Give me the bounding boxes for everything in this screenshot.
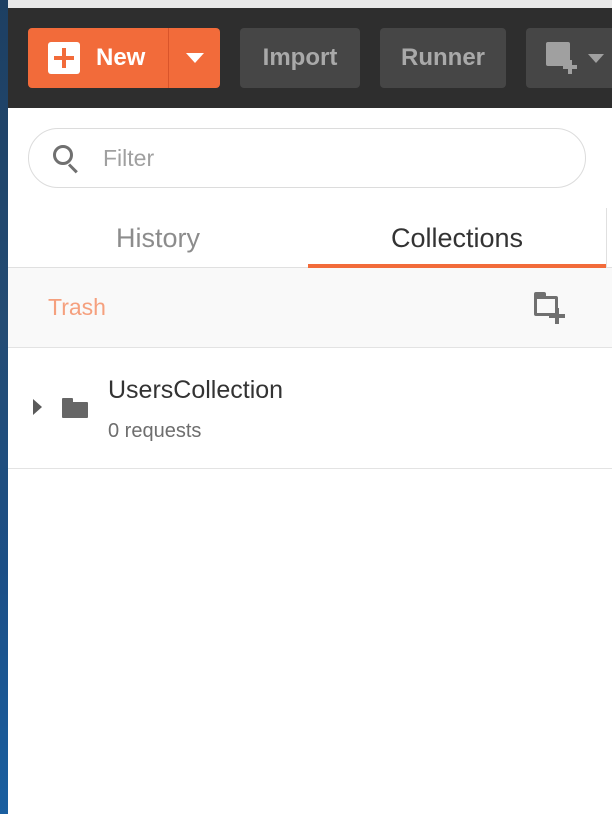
caret-down-icon [185,53,204,63]
new-window-button[interactable] [526,28,612,88]
search-icon [51,143,81,174]
plus-icon [48,42,80,74]
collection-item[interactable]: UsersCollection 0 requests [8,348,612,469]
tab-collections[interactable]: Collections [308,208,606,269]
app-toolbar: New Import Runner [8,8,612,108]
new-button-group: New [28,28,220,88]
folder-icon [62,398,88,418]
collection-request-count: 0 requests [108,420,202,442]
caret-down-icon [588,53,604,63]
expand-caret-icon[interactable] [33,399,42,415]
collection-name: UsersCollection [108,376,284,404]
sidebar-tabs: History Collections [8,208,612,269]
filter-input[interactable] [103,144,503,172]
tab-history[interactable]: History [8,208,308,268]
new-window-icon [546,42,580,74]
new-button-label: New [96,44,146,71]
pane-edge [606,208,612,268]
runner-button[interactable]: Runner [380,28,506,88]
new-dropdown-button[interactable] [169,28,220,88]
new-collection-icon[interactable] [534,292,568,326]
filter-box [28,128,586,188]
sidebar: History Collections Trash UsersCollectio… [8,108,612,814]
collections-actions-bar: Trash [8,268,612,348]
new-button[interactable]: New [28,28,168,88]
trash-link[interactable]: Trash [48,294,106,321]
import-button[interactable]: Import [240,28,360,88]
desktop-background-strip [0,0,8,814]
window-top-edge [0,0,612,8]
